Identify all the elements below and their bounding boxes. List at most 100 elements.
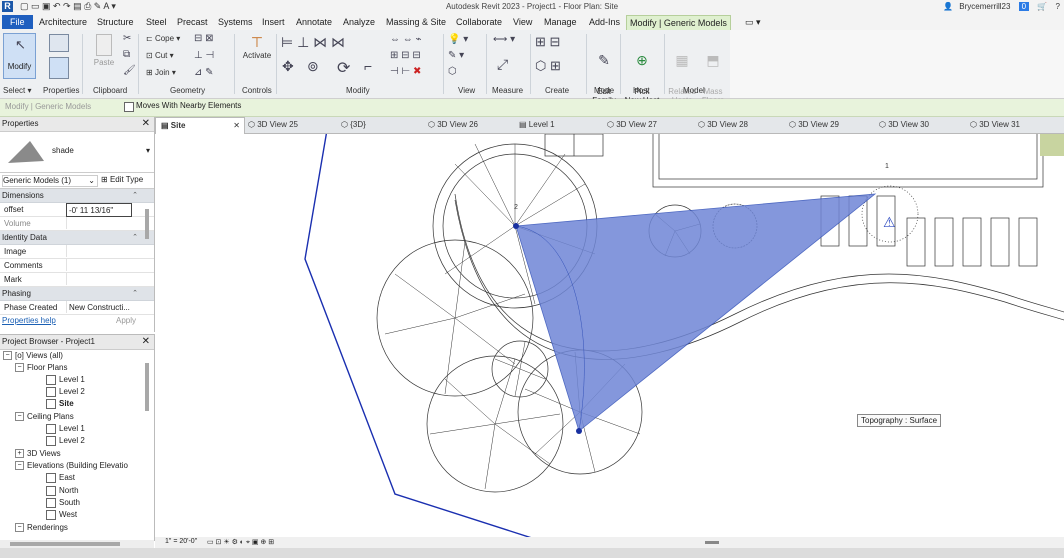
tab-file[interactable]: File <box>2 15 33 29</box>
offset-icon[interactable]: ⇔ ⇔ ⌁ <box>390 34 422 45</box>
create-assembly-icon[interactable]: ⊞ ⊟ <box>535 34 560 50</box>
view-tab-3d[interactable]: ⬡ {3D} <box>341 117 366 133</box>
tree-3d-views[interactable]: +3D Views <box>15 448 61 459</box>
view-tab-3d-view-29[interactable]: ⬡ 3D View 29 <box>789 117 839 133</box>
browser-scrollbar[interactable] <box>145 363 149 411</box>
tree-views-all[interactable]: − [o] Views (all) <box>3 350 63 361</box>
rotate-icon[interactable]: ⟳ <box>337 58 350 78</box>
activate-button[interactable]: ⊤ Activate <box>240 34 274 60</box>
edit-type-button[interactable]: ⊞ Edit Type <box>101 175 143 184</box>
move-icon[interactable]: ✥ <box>282 58 294 75</box>
section-phasing[interactable]: Phasing ⌃ <box>0 287 154 301</box>
create-parts-icon[interactable]: ⬡ ⊞ <box>535 58 561 74</box>
align-icon[interactable]: ⊨ ⊥ ⋈ ⋈ <box>281 34 345 51</box>
view-tab-3d-view-31[interactable]: ⬡ 3D View 31 <box>970 117 1020 133</box>
tree-fp-site[interactable]: Site <box>46 398 74 409</box>
phase-created-field[interactable]: New Constructi... <box>66 301 141 313</box>
chevron-down-icon[interactable]: ▾ <box>146 146 150 155</box>
tab-analyze[interactable]: Analyze <box>340 15 378 29</box>
tree-floor-plans[interactable]: − Floor Plans <box>15 362 67 373</box>
cart-icon[interactable]: 🛒 <box>1037 2 1047 11</box>
panel-select[interactable]: Select ▾ <box>3 86 31 95</box>
tab-massing-site[interactable]: Massing & Site <box>383 15 449 29</box>
tab-add-ins[interactable]: Add-Ins <box>586 15 623 29</box>
user-icon[interactable]: 👤 <box>943 2 953 11</box>
tree-elev-west[interactable]: West <box>46 509 77 520</box>
paint-icon[interactable]: ⊿ ✎ <box>194 67 214 78</box>
shade-vertex-3[interactable] <box>576 428 582 434</box>
image-field[interactable] <box>66 245 141 257</box>
copy-icon[interactable]: ⧉ <box>123 49 130 60</box>
view-scale[interactable]: 1" = 20'-0" <box>165 538 197 545</box>
view-tab-3d-view-27[interactable]: ⬡ 3D View 27 <box>607 117 657 133</box>
user-name[interactable]: Brycemerrill23 <box>959 2 1010 11</box>
cut-scissors-icon[interactable]: ✂ <box>123 33 131 44</box>
help-icon[interactable]: ? <box>1056 2 1060 11</box>
shade-generic-model[interactable] <box>515 193 877 432</box>
dimension-icon[interactable]: ⤢ <box>497 56 508 73</box>
tree-elevations[interactable]: − Elevations (Building Elevatio <box>15 460 128 471</box>
split-face-icon[interactable]: ⊥ ⊣ <box>194 50 214 61</box>
tree-fp-level-2[interactable]: Level 2 <box>46 386 85 397</box>
modify-button[interactable]: ↖ Modify <box>3 33 36 79</box>
shade-vertex-2[interactable] <box>513 223 519 229</box>
quick-access-toolbar[interactable]: ▢ ▭ ▣ ↶ ↷ ▤ ⎙ ✎ A ▾ <box>20 1 116 12</box>
section-identity-data[interactable]: Identity Data ⌃ <box>0 231 154 245</box>
join-button[interactable]: ⊞ Join ▾ <box>146 68 176 77</box>
tab-collaborate[interactable]: Collaborate <box>453 15 505 29</box>
properties-help-link[interactable]: Properties help <box>2 316 56 325</box>
view-tab-3d-view-28[interactable]: ⬡ 3D View 28 <box>698 117 748 133</box>
tree-renderings[interactable]: − Renderings <box>15 522 68 533</box>
tab-view[interactable]: View <box>510 15 535 29</box>
tab-manage[interactable]: Manage <box>541 15 580 29</box>
paste-button[interactable]: Paste <box>93 34 115 67</box>
measure-icon[interactable]: ⟷ ▾ <box>493 34 515 45</box>
linework-icon[interactable]: ⬡ <box>448 66 457 77</box>
tree-elev-east[interactable]: East <box>46 472 75 483</box>
comments-field[interactable] <box>66 259 141 271</box>
drawing-canvas[interactable]: 2 1 ⚠ Topography : Surface <box>155 134 1064 537</box>
cut-geometry-button[interactable]: ⊡ Cut ▾ <box>146 51 174 60</box>
revit-logo[interactable]: R <box>2 1 13 12</box>
tree-elev-north[interactable]: North <box>46 485 79 496</box>
hide-element-icon[interactable]: 💡 ▾ <box>448 34 468 45</box>
tree-cp-level-2[interactable]: Level 2 <box>46 435 85 446</box>
alert-badge[interactable]: 0 <box>1018 2 1030 11</box>
view-tab-site[interactable]: ▤ Site ✕ <box>155 117 245 135</box>
tab-steel[interactable]: Steel <box>143 15 170 29</box>
apply-button[interactable]: Apply <box>116 316 136 325</box>
view-tab-3d-view-25[interactable]: ⬡ 3D View 25 <box>248 117 298 133</box>
instance-filter-dropdown[interactable]: Generic Models (1) ⌄ <box>2 175 98 187</box>
tab-insert[interactable]: Insert <box>259 15 288 29</box>
properties-icon[interactable] <box>49 57 69 81</box>
copy-element-icon[interactable]: ⊚ <box>307 58 319 75</box>
tree-ceiling-plans[interactable]: − Ceiling Plans <box>15 411 74 422</box>
array-icon[interactable]: ⊞ ⊟ ⊟ <box>390 50 421 61</box>
type-selector[interactable]: shade ▾ <box>0 132 154 173</box>
section-dimensions[interactable]: Dimensions ⌃ <box>0 189 154 203</box>
match-type-icon[interactable]: 🖌 <box>123 65 136 76</box>
wall-joins-icon[interactable]: ⊟ ⊠ <box>194 33 214 44</box>
tab-modify-generic-models[interactable]: Modify | Generic Models <box>626 15 731 30</box>
override-graphics-icon[interactable]: ✎ ▾ <box>448 50 464 61</box>
moves-with-nearby-checkbox[interactable] <box>124 102 134 112</box>
trim-icon[interactable]: ⌐ <box>364 58 372 74</box>
view-control-icons[interactable]: ▭ ⊡ ☀ ⚙ ◐ ⌖ ▣ ⊕ ⊞ <box>207 538 274 547</box>
tab-architecture[interactable]: Architecture <box>36 15 90 29</box>
tab-annotate[interactable]: Annotate <box>293 15 335 29</box>
tab-structure[interactable]: Structure <box>94 15 137 29</box>
browser-horizontal-scrollbar[interactable] <box>0 540 154 548</box>
view-scroll-handle[interactable] <box>705 541 719 544</box>
view-tab-3d-view-26[interactable]: ⬡ 3D View 26 <box>428 117 478 133</box>
view-tab-3d-view-30[interactable]: ⬡ 3D View 30 <box>879 117 929 133</box>
tab-precast[interactable]: Precast <box>174 15 211 29</box>
tree-fp-level-1[interactable]: Level 1 <box>46 374 85 385</box>
tree-cp-level-1[interactable]: Level 1 <box>46 423 85 434</box>
mark-field[interactable] <box>66 273 141 285</box>
properties-scrollbar[interactable] <box>145 209 149 239</box>
ribbon-options-icon[interactable]: ▭ ▾ <box>742 15 764 29</box>
tree-elev-south[interactable]: South <box>46 497 80 508</box>
close-icon[interactable]: ✕ <box>142 335 150 349</box>
cope-button[interactable]: ⊏ Cope ▾ <box>146 34 180 43</box>
offset-input[interactable]: -0' 11 13/16" <box>66 203 132 217</box>
